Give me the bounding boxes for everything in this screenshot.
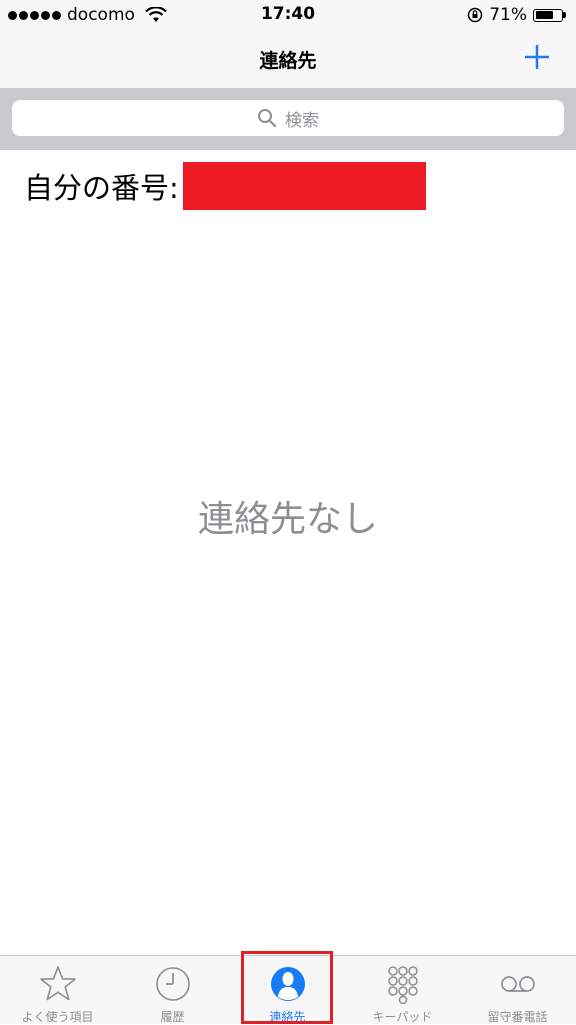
my-number-label: 自分の番号: xyxy=(24,171,179,205)
tab-keypad[interactable]: キーパッド xyxy=(345,956,460,1025)
battery-percent: 71% xyxy=(489,5,527,25)
battery-level xyxy=(535,11,553,19)
tab-label: 留守番電話 xyxy=(487,1010,548,1024)
tab-recents[interactable]: 履歴 xyxy=(115,956,230,1025)
tab-label: よく使う項目 xyxy=(21,1010,94,1024)
clock-icon xyxy=(155,967,190,1001)
redacted-phone-number xyxy=(182,162,426,210)
tab-label: キーパッド xyxy=(372,1010,433,1024)
keypad-icon xyxy=(387,966,418,1004)
search-placeholder: 検索 xyxy=(285,110,319,131)
search-bar: 検索 xyxy=(0,88,576,150)
page-title: 連絡先 xyxy=(259,50,317,72)
status-bar: docomo 17:40 71% xyxy=(0,0,576,30)
voicemail-icon xyxy=(500,976,535,992)
navigation-bar: 連絡先 xyxy=(0,30,576,88)
tab-bar: よく使う項目 履歴 連絡先 キーパッド 留守番電話 xyxy=(0,955,576,1024)
my-number-row: 自分の番号: xyxy=(24,162,426,210)
tab-contacts[interactable]: 連絡先 xyxy=(230,956,345,1025)
battery-icon xyxy=(533,8,566,22)
tab-label: 履歴 xyxy=(160,1010,185,1024)
status-right: 71% xyxy=(467,5,566,25)
star-icon xyxy=(39,966,76,1001)
add-contact-button[interactable] xyxy=(522,42,552,72)
contacts-icon xyxy=(270,967,305,1001)
tab-voicemail[interactable]: 留守番電話 xyxy=(460,956,575,1025)
empty-state-message: 連絡先なし xyxy=(197,499,378,540)
search-input[interactable]: 検索 xyxy=(12,100,564,136)
search-icon xyxy=(258,109,277,128)
tab-favorites[interactable]: よく使う項目 xyxy=(0,956,115,1025)
tab-label: 連絡先 xyxy=(269,1010,306,1024)
plus-icon xyxy=(525,45,549,69)
rotation-lock-icon xyxy=(467,7,483,23)
